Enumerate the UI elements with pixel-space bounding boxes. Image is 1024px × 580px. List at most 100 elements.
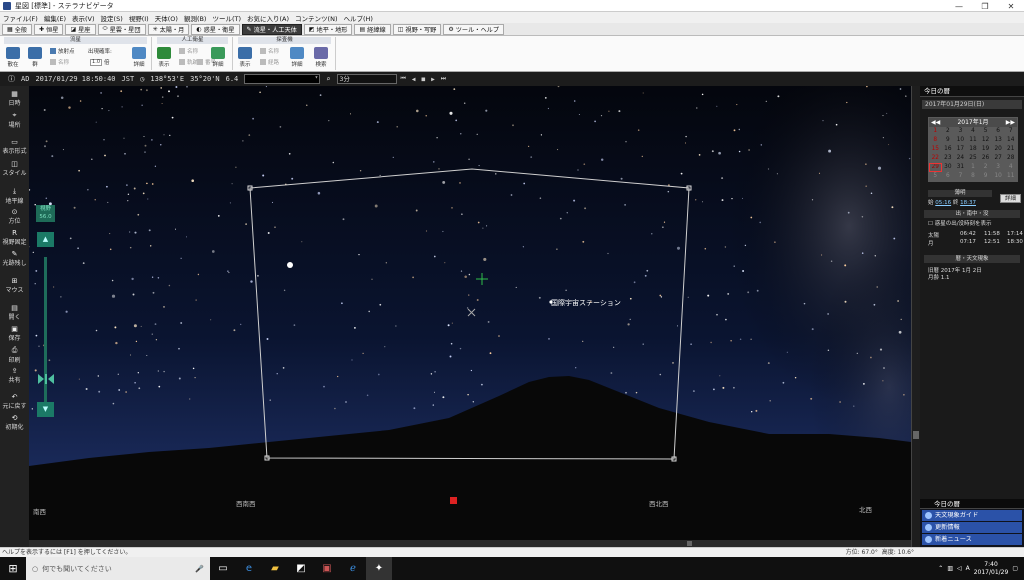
calendar-day[interactable]: 31 — [954, 163, 967, 172]
menu-favorites[interactable]: お気に入り(A) — [247, 13, 289, 23]
calendar-day[interactable]: 4 — [967, 127, 980, 136]
probe-show-button[interactable]: 表示 — [238, 47, 252, 68]
maximize-button[interactable]: ❐ — [972, 0, 998, 12]
tab-nebulae[interactable]: ⬭ 星雲・星団 — [97, 23, 146, 35]
sporadic-meteor-button[interactable]: 散在 — [6, 47, 20, 68]
sidebar-print[interactable]: ⎙ 印刷 — [0, 346, 29, 364]
tab-general[interactable]: ▦ 全般 — [2, 23, 33, 35]
tab-stars[interactable]: ✚ 恒星 — [34, 23, 64, 35]
volume-icon[interactable]: ◁ — [957, 565, 962, 572]
step-back-button[interactable]: ◀ — [412, 76, 416, 83]
probe-name-toggle[interactable]: 名称 — [260, 47, 279, 55]
next-month-button[interactable]: ▶▶ — [1006, 118, 1015, 127]
news-item-news[interactable]: 新着ニュース — [922, 534, 1022, 545]
satellite-show-button[interactable]: 表示 — [157, 47, 171, 68]
store-icon[interactable]: ◩ — [288, 557, 314, 580]
sky-canvas[interactable] — [29, 86, 911, 540]
hscroll-thumb[interactable] — [687, 541, 692, 546]
sidebar-horizon[interactable]: ⤓ 地平線 — [0, 187, 29, 205]
star-chart[interactable]: 南西 西南西 西北西 北西 — [29, 86, 911, 540]
meteor-detail-button[interactable]: 詳細 — [132, 47, 146, 68]
calendar-day[interactable]: 30 — [942, 163, 955, 172]
sidebar-share[interactable]: ⇪ 共有 — [0, 367, 29, 384]
sidebar-reset[interactable]: ⟲ 初期化 — [0, 414, 29, 431]
app-icon-red[interactable]: ▣ — [314, 557, 340, 580]
stellanavigator-icon[interactable]: ✦ — [366, 557, 392, 580]
menu-tools[interactable]: ツール(T) — [212, 13, 241, 23]
skip-back-button[interactable]: ⏮ — [401, 75, 406, 83]
satellite-detail-button[interactable]: 詳細 — [211, 47, 225, 68]
calendar-day[interactable]: 23 — [942, 154, 955, 163]
meteor-name-toggle[interactable]: 名称 — [50, 58, 69, 66]
calendar-day[interactable]: 12 — [979, 136, 992, 145]
network-icon[interactable]: ▥ — [947, 565, 953, 572]
calendar-day[interactable]: 19 — [979, 145, 992, 154]
skip-forward-button[interactable]: ⏭ — [441, 75, 446, 83]
calendar-day[interactable]: 11 — [967, 136, 980, 145]
sidebar-mouse[interactable]: ⊞ マウス — [0, 277, 29, 294]
calendar-day[interactable]: 7 — [954, 172, 967, 181]
tab-field-of-view[interactable]: ◫ 視野・写野 — [392, 23, 442, 35]
satellite-trail-toggle[interactable]: 軌跡 — [179, 58, 198, 66]
tray-up-icon[interactable]: ⌃ — [938, 565, 943, 572]
vertical-scrollbar[interactable] — [911, 86, 920, 547]
calendar-day[interactable]: 16 — [942, 145, 955, 154]
almanac-date[interactable]: 2017年01月29日(日) — [922, 100, 1022, 109]
calendar-day[interactable]: 25 — [967, 154, 980, 163]
longitude[interactable]: 138°53'E — [150, 75, 184, 83]
menu-help[interactable]: ヘルプ(H) — [343, 13, 372, 23]
menu-edit[interactable]: 編集(E) — [44, 13, 66, 23]
sidebar-style[interactable]: ◫ スタイル — [0, 160, 29, 177]
limiting-magnitude[interactable]: 6.4 — [226, 75, 239, 83]
tab-tools-help[interactable]: ⚙ ツール・ヘルプ — [443, 23, 505, 35]
sidebar-datetime[interactable]: ▦ 日時 — [0, 90, 29, 107]
calendar-day[interactable]: 18 — [967, 145, 980, 154]
planet-rise-set-checkbox[interactable]: ☐ 惑星の出/没時刻を表示 — [928, 219, 992, 227]
calendar-day[interactable]: 20 — [992, 145, 1005, 154]
taskbar-search[interactable]: ○ 何でも聞いてください 🎤 — [26, 557, 210, 580]
calendar-day[interactable]: 8 — [929, 136, 942, 145]
tab-planets[interactable]: ◐ 惑星・衛星 — [191, 23, 240, 35]
prev-month-button[interactable]: ◀◀ — [931, 118, 940, 127]
menu-object[interactable]: 天体(O) — [155, 13, 178, 23]
calendar-day[interactable]: 14 — [1004, 136, 1017, 145]
vscroll-thumb[interactable] — [913, 431, 919, 439]
stop-button[interactable]: ■ — [422, 76, 426, 83]
minimize-button[interactable]: — — [946, 0, 972, 12]
menu-settings[interactable]: 設定(S) — [101, 13, 123, 23]
file-explorer-icon[interactable]: ▰ — [262, 557, 288, 580]
news-item-guide[interactable]: 天文現象ガイド — [922, 510, 1022, 521]
sidebar-fix-view[interactable]: R 視野固定 — [0, 229, 29, 246]
play-button[interactable]: ▶ — [431, 76, 435, 83]
info-icon[interactable]: ⓘ — [8, 74, 15, 84]
menu-observe[interactable]: 観測(B) — [184, 13, 207, 23]
calendar-day[interactable]: 1 — [929, 127, 942, 136]
tab-horizon[interactable]: ◩ 地平・地形 — [303, 23, 353, 35]
meteor-shower-button[interactable]: 群 — [28, 47, 42, 68]
search-icon[interactable]: ⌕ — [326, 75, 330, 83]
calendar-day[interactable]: 1 — [967, 163, 980, 172]
calendar-day[interactable]: 13 — [992, 136, 1005, 145]
bright-star[interactable] — [287, 262, 293, 268]
menu-view[interactable]: 表示(V) — [72, 13, 95, 23]
notification-icon[interactable]: ▢ — [1012, 565, 1018, 572]
tab-sun-moon[interactable]: ✳ 太陽・月 — [147, 23, 190, 35]
calendar-day[interactable]: 9 — [942, 136, 955, 145]
calendar-day[interactable]: 8 — [967, 172, 980, 181]
calendar-day[interactable]: 2 — [979, 163, 992, 172]
probe-detail-button[interactable]: 詳細 — [290, 47, 304, 68]
calendar-day[interactable]: 17 — [954, 145, 967, 154]
time-step-select[interactable]: 3分 — [336, 74, 397, 84]
calendar-day[interactable]: 6 — [942, 172, 955, 181]
calendar-day[interactable]: 6 — [992, 127, 1005, 136]
sidebar-open[interactable]: ▤ 開く — [0, 304, 29, 321]
calendar-day[interactable]: 15 — [929, 145, 942, 154]
probe-path-toggle[interactable]: 経路 — [260, 58, 279, 66]
tab-grid-lines[interactable]: ▤ 経緯線 — [354, 23, 391, 35]
sidebar-direction[interactable]: ⊙ 方位 — [0, 208, 29, 225]
probe-search-button[interactable]: 検索 — [314, 47, 328, 68]
latitude[interactable]: 35°20'N — [190, 75, 220, 83]
zoom-out-button[interactable]: ▼ — [37, 402, 54, 417]
calendar-day[interactable]: 29 — [929, 163, 942, 172]
news-item-updates[interactable]: 更新情報 — [922, 522, 1022, 533]
